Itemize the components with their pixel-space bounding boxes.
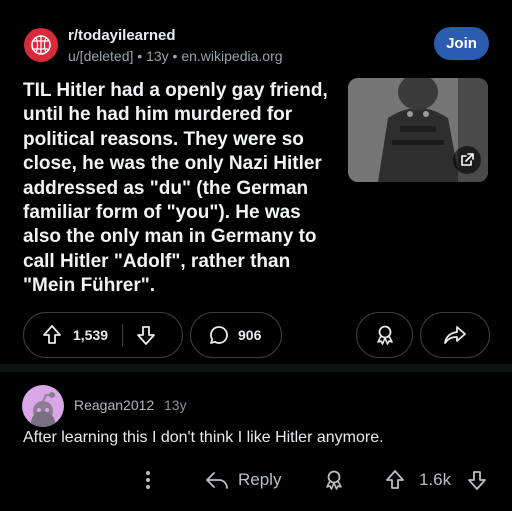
commenter-username[interactable]: Reagan2012 bbox=[74, 397, 154, 413]
comment-vote-label: 1.6k bbox=[419, 470, 452, 489]
subreddit-avatar[interactable] bbox=[24, 28, 58, 62]
upvote-icon bbox=[386, 470, 404, 489]
comment-body: After learning this I don't think I like… bbox=[23, 429, 384, 446]
subreddit-name[interactable]: r/todayilearned bbox=[68, 27, 176, 44]
meta-separator: • bbox=[172, 48, 178, 64]
join-button[interactable]: Join bbox=[434, 27, 489, 60]
more-icon bbox=[146, 471, 150, 489]
upvote-icon bbox=[43, 325, 61, 344]
reply-label: Reply bbox=[238, 470, 282, 489]
reddit-brain-icon bbox=[31, 35, 51, 55]
vote-divider bbox=[122, 324, 124, 346]
snoo-avatar-icon bbox=[31, 392, 55, 427]
comment-award-button[interactable] bbox=[323, 466, 345, 494]
comment-icon bbox=[210, 326, 228, 344]
comment-reply-button[interactable]: Reply bbox=[204, 466, 281, 494]
comments-button[interactable]: 906 bbox=[190, 312, 282, 358]
post-title[interactable]: TIL Hitler had a openly gay friend, unti… bbox=[23, 79, 339, 299]
award-icon bbox=[326, 470, 342, 490]
section-divider bbox=[0, 364, 512, 372]
post-author[interactable]: u/[deleted] bbox=[68, 48, 133, 64]
post-comment-count: 906 bbox=[238, 327, 262, 343]
award-icon bbox=[376, 325, 393, 345]
commenter-avatar[interactable] bbox=[22, 385, 64, 427]
comment-upvote-button[interactable] bbox=[384, 466, 406, 494]
comment-more-button[interactable] bbox=[140, 468, 156, 492]
downvote-icon bbox=[137, 326, 155, 345]
post-age: 13y bbox=[146, 48, 169, 64]
share-button[interactable] bbox=[420, 312, 490, 358]
meta-separator: • bbox=[137, 48, 143, 64]
comment-vote-count: 1.6k bbox=[419, 466, 451, 494]
vote-bar: 1,539 bbox=[23, 312, 183, 358]
external-link-button[interactable] bbox=[453, 146, 481, 174]
post-meta: u/[deleted] • 13y • en.wikipedia.org bbox=[68, 48, 283, 64]
downvote-icon bbox=[468, 471, 486, 490]
reply-icon bbox=[206, 472, 228, 489]
external-link-icon bbox=[461, 153, 474, 166]
upvote-button[interactable] bbox=[41, 324, 63, 346]
share-icon bbox=[444, 326, 466, 344]
comment-downvote-button[interactable] bbox=[466, 466, 488, 494]
downvote-button[interactable] bbox=[135, 324, 157, 346]
post-domain[interactable]: en.wikipedia.org bbox=[181, 48, 282, 64]
award-button[interactable] bbox=[356, 312, 413, 358]
post-vote-count: 1,539 bbox=[73, 327, 109, 343]
comment-age: 13y bbox=[164, 397, 187, 413]
